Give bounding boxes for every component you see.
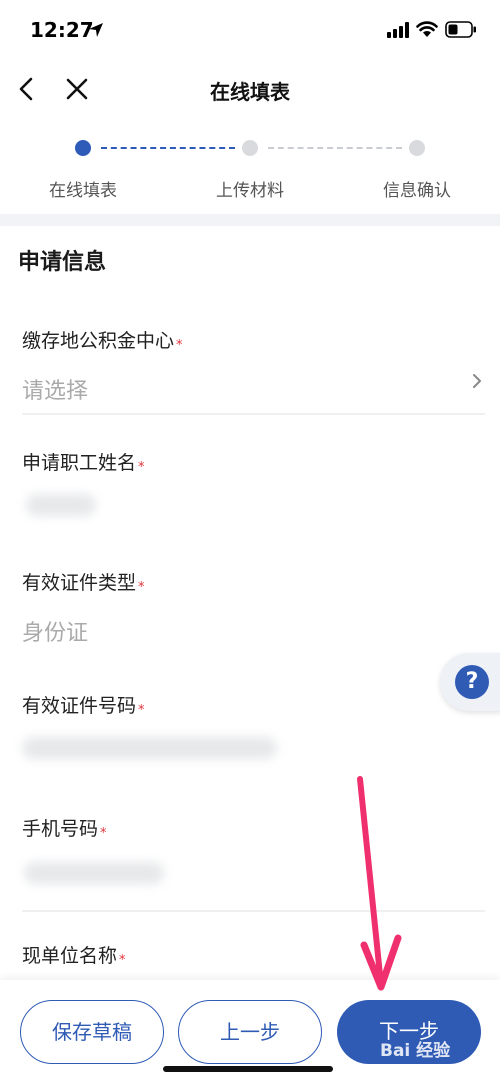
required-mark: * xyxy=(100,826,107,841)
field-label-phone: 手机号码 * xyxy=(22,818,107,841)
phone-number-field[interactable]: 手机号码 * xyxy=(22,814,485,894)
field-label-id-type: 有效证件类型 * xyxy=(22,572,145,595)
status-time: 12:27 xyxy=(30,18,94,42)
prev-step-button[interactable]: 上一步 xyxy=(178,1000,322,1064)
id-number-field[interactable]: 有效证件号码 * xyxy=(22,691,485,771)
employer-name-field[interactable]: 现单位名称 * xyxy=(22,941,485,977)
step-dot-2 xyxy=(242,140,258,156)
step-dot-1 xyxy=(75,140,91,156)
nav-bar: 在线填表 xyxy=(0,62,500,118)
step-label-upload: 上传材料 xyxy=(216,181,284,201)
progress-stepper: 在线填表 上传材料 信息确认 xyxy=(0,130,500,214)
section-title: 申请信息 xyxy=(18,250,107,275)
fund-center-value: 请选择 xyxy=(22,379,89,404)
help-button[interactable]: ? xyxy=(440,653,500,711)
required-mark: * xyxy=(138,703,145,718)
location-arrow-icon xyxy=(89,23,103,37)
required-mark: * xyxy=(176,338,183,353)
divider xyxy=(22,910,485,912)
employee-name-field[interactable]: 申请职工姓名 * xyxy=(22,448,485,528)
field-label-id-number: 有效证件号码 * xyxy=(22,695,145,718)
redacted-value xyxy=(24,862,164,884)
step-connector-2 xyxy=(268,147,402,149)
watermark-logo: Bai 经验 xyxy=(380,1041,451,1061)
field-label-employer: 现单位名称 * xyxy=(22,945,126,968)
required-mark: * xyxy=(138,460,145,475)
divider xyxy=(22,413,485,415)
field-label-fund-center: 缴存地公积金中心 * xyxy=(22,330,183,353)
cellular-signal-icon xyxy=(387,22,409,38)
annotation-arrow xyxy=(357,776,402,991)
wifi-icon xyxy=(416,21,438,37)
step-connector-1 xyxy=(101,147,235,149)
save-draft-button[interactable]: 保存草稿 xyxy=(20,1000,164,1064)
redacted-value xyxy=(22,737,277,759)
step-label-confirm: 信息确认 xyxy=(383,181,451,201)
step-dot-3 xyxy=(409,140,425,156)
step-label-online-form: 在线填表 xyxy=(49,181,117,201)
page-title: 在线填表 xyxy=(210,80,290,104)
status-bar: 12:27 xyxy=(0,0,500,62)
section-divider xyxy=(0,214,500,226)
required-mark: * xyxy=(119,953,126,968)
redacted-value xyxy=(26,494,96,516)
question-icon: ? xyxy=(455,665,489,699)
required-mark: * xyxy=(138,580,145,595)
id-type-field[interactable]: 有效证件类型 * 身份证 xyxy=(22,568,485,648)
battery-icon xyxy=(445,21,476,38)
id-type-value: 身份证 xyxy=(22,621,89,646)
fund-center-select[interactable]: 缴存地公积金中心 * 请选择 xyxy=(22,326,485,408)
home-indicator xyxy=(163,1066,333,1072)
field-label-employee-name: 申请职工姓名 * xyxy=(22,452,145,475)
chevron-right-icon xyxy=(473,374,481,388)
